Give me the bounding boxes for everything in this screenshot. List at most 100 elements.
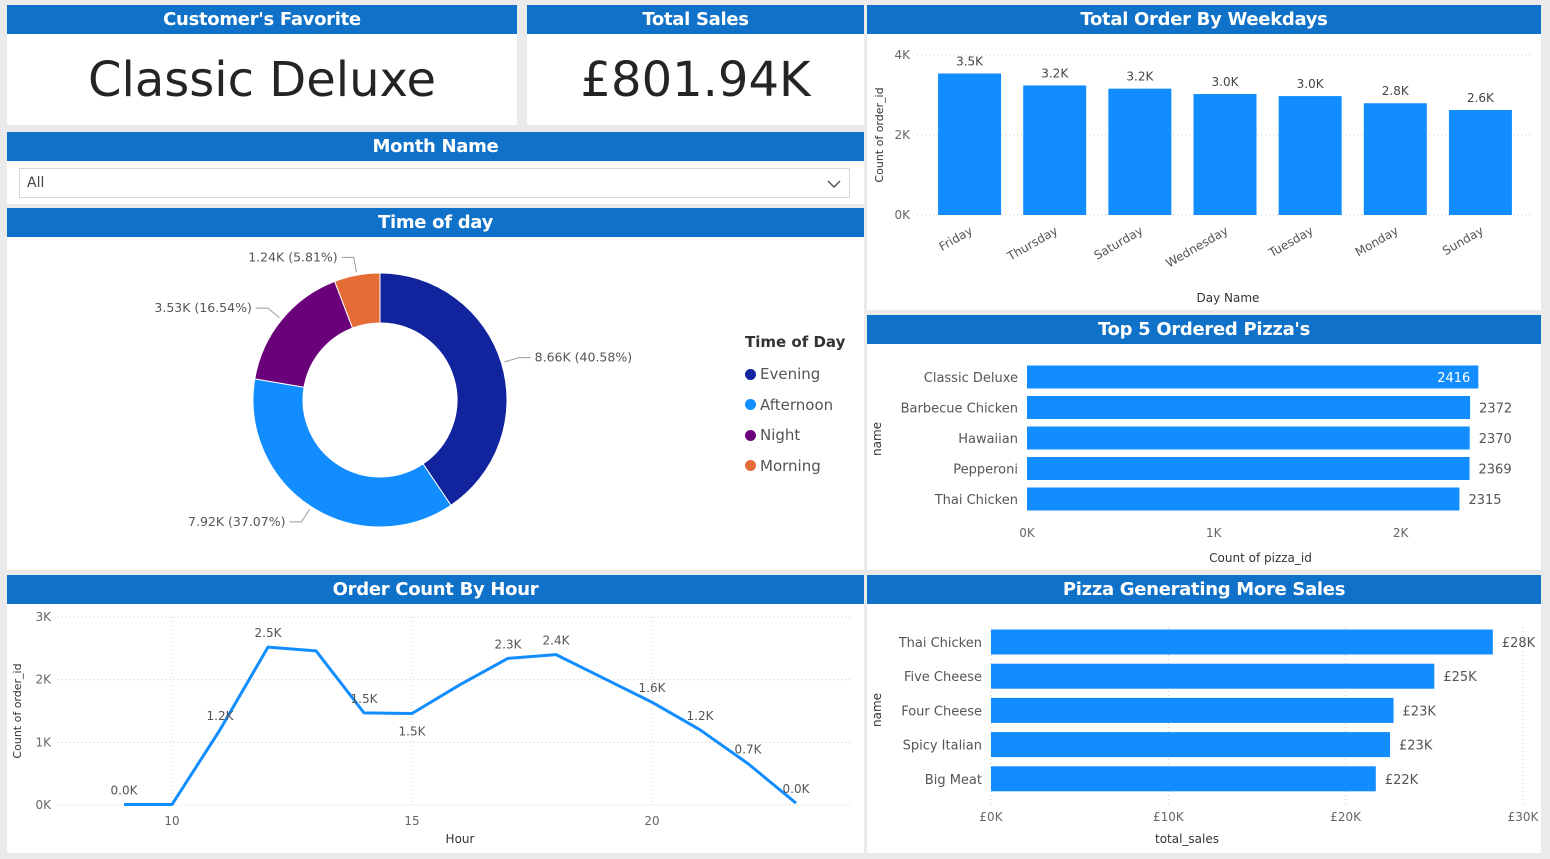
weekday-orders-chart: 0K 2K 4K 3.5K Friday 3.2K Thursday 3.2K Saturday… xyxy=(873,48,1533,305)
category-label: Thai Chicken xyxy=(898,636,982,651)
x-axis-title: Count of pizza_id xyxy=(1209,551,1312,565)
leader-line xyxy=(504,357,531,363)
sales-pizzas-card: Pizza Generating More Sales £0K £10K £20K £… xyxy=(867,575,1541,853)
data-label: 2.8K xyxy=(1382,84,1410,98)
x-tick-label: Friday xyxy=(937,223,976,253)
legend-item-evening[interactable]: Evening xyxy=(745,359,845,390)
data-label: 7.92K (37.07%) xyxy=(188,514,285,529)
legend-item-morning[interactable]: Morning xyxy=(745,451,845,482)
data-label: 2.5K xyxy=(255,626,283,640)
legend-label: Afternoon xyxy=(760,395,834,414)
month-slicer: Month Name All xyxy=(7,132,864,204)
x-tick-label: 2K xyxy=(1393,526,1410,540)
bar xyxy=(938,73,1002,215)
x-tick-label: £30K xyxy=(1508,810,1540,824)
x-tick-label: £0K xyxy=(979,810,1003,824)
bar xyxy=(1363,103,1427,215)
top5-pizzas-card: Top 5 Ordered Pizza's 0K 1K 2K Classic Delu… xyxy=(867,315,1541,570)
data-label: 0.7K xyxy=(735,743,763,757)
data-label: 2.3K xyxy=(495,637,523,651)
y-axis-title: Count of order_id xyxy=(873,87,886,182)
donut-slice xyxy=(254,280,354,388)
bar xyxy=(1027,365,1479,389)
data-label: £25K xyxy=(1443,670,1477,685)
time-of-day-legend: Time of Day Evening Afternoon Night Morning xyxy=(745,333,845,481)
x-tick-label: 10 xyxy=(164,814,179,828)
data-label: 3.2K xyxy=(1041,66,1069,80)
bar xyxy=(991,732,1390,758)
time-of-day-chart: 8.66K (40.58%) 7.92K (37.07%) 3.53K (16.54… xyxy=(154,249,632,529)
data-label: 2.4K xyxy=(543,634,571,648)
bar xyxy=(991,766,1376,792)
category-label: Spicy Italian xyxy=(903,739,982,754)
data-label: £23K xyxy=(1399,739,1433,754)
month-dropdown[interactable]: All xyxy=(19,168,850,198)
y-tick-label: 0K xyxy=(35,798,52,812)
legend-item-night[interactable]: Night xyxy=(745,420,845,451)
total-sales-card: Total Sales £801.94K xyxy=(527,5,864,125)
data-label: 3.0K xyxy=(1212,75,1240,89)
donut-slice xyxy=(379,272,508,507)
category-label: Five Cheese xyxy=(904,670,982,685)
customers-favorite-card: Customer's Favorite Classic Deluxe xyxy=(7,5,517,125)
legend-marker xyxy=(745,429,756,441)
data-label: 2.6K xyxy=(1467,91,1495,105)
y-tick-label: 2K xyxy=(35,673,52,687)
weekday-orders-card: Total Order By Weekdays 0K 2K 4K 3.5K Friday… xyxy=(867,5,1541,310)
data-label: 1.5K xyxy=(351,692,379,706)
x-tick-label: £20K xyxy=(1330,810,1362,824)
data-label: 2416 xyxy=(1437,371,1470,386)
x-tick-label: Tuesday xyxy=(1265,223,1315,260)
x-tick-label: Saturday xyxy=(1092,223,1146,262)
y-tick-label: 1K xyxy=(35,735,52,749)
data-label: 2370 xyxy=(1479,432,1512,447)
x-tick-label: Thursday xyxy=(1004,223,1060,264)
y-tick-label: 3K xyxy=(35,610,52,624)
category-label: Classic Deluxe xyxy=(924,371,1018,386)
bar xyxy=(991,629,1493,655)
legend-marker xyxy=(745,399,756,411)
bar xyxy=(991,697,1394,723)
data-label: 1.2K xyxy=(207,709,235,723)
data-label: 1.2K xyxy=(687,709,715,723)
total-sales-title: Total Sales xyxy=(527,5,864,34)
category-label: Pepperoni xyxy=(953,463,1018,478)
legend-title: Time of Day xyxy=(745,333,846,351)
order-hour-card: Order Count By Hour 0K 1K 2K 3K 10 15 20 0.0K 1.… xyxy=(7,575,864,853)
y-axis-title: name xyxy=(870,693,884,727)
bar xyxy=(1448,110,1512,215)
data-label: £22K xyxy=(1385,773,1419,788)
bar xyxy=(1027,426,1470,450)
data-label: 3.2K xyxy=(1126,70,1154,84)
total-sales-value: £801.94K xyxy=(580,52,811,108)
x-axis-title: Hour xyxy=(446,832,475,846)
month-dropdown-value: All xyxy=(27,175,45,191)
y-tick-label: 0K xyxy=(894,208,911,222)
y-axis-title: Count of order_id xyxy=(11,663,24,758)
top5-pizzas-chart: 0K 1K 2K Classic Deluxe 2416 Barbecue Chicken… xyxy=(870,365,1512,565)
leader-line xyxy=(289,509,311,523)
data-label: 1.5K xyxy=(399,725,427,739)
leader-line xyxy=(341,256,357,273)
legend-marker xyxy=(745,460,756,472)
legend-item-afternoon[interactable]: Afternoon xyxy=(745,390,845,421)
data-label: 3.53K (16.54%) xyxy=(154,300,251,315)
customers-favorite-title: Customer's Favorite xyxy=(7,5,517,34)
category-label: Big Meat xyxy=(925,773,982,788)
order-hour-chart: 0K 1K 2K 3K 10 15 20 0.0K 1.2K 2.5K 1.5K 1.5K 2.3K 2.… xyxy=(11,610,853,846)
x-tick-label: Monday xyxy=(1353,223,1401,259)
data-label: 1.6K xyxy=(639,681,667,695)
x-tick-label: 15 xyxy=(404,814,419,828)
series-line xyxy=(124,645,797,806)
bar xyxy=(1278,96,1342,215)
category-label: Barbecue Chicken xyxy=(901,402,1018,417)
sales-pizzas-chart: £0K £10K £20K £30K Thai Chicken £28K Five Chee… xyxy=(870,627,1540,846)
category-label: Thai Chicken xyxy=(934,493,1018,508)
bar xyxy=(1027,487,1460,511)
legend-label: Night xyxy=(760,426,801,445)
data-label: 1.24K (5.81%) xyxy=(248,249,337,264)
data-label: £28K xyxy=(1502,636,1536,651)
donut-slice xyxy=(252,378,452,528)
leader-line xyxy=(255,307,280,318)
legend-marker xyxy=(745,368,756,380)
